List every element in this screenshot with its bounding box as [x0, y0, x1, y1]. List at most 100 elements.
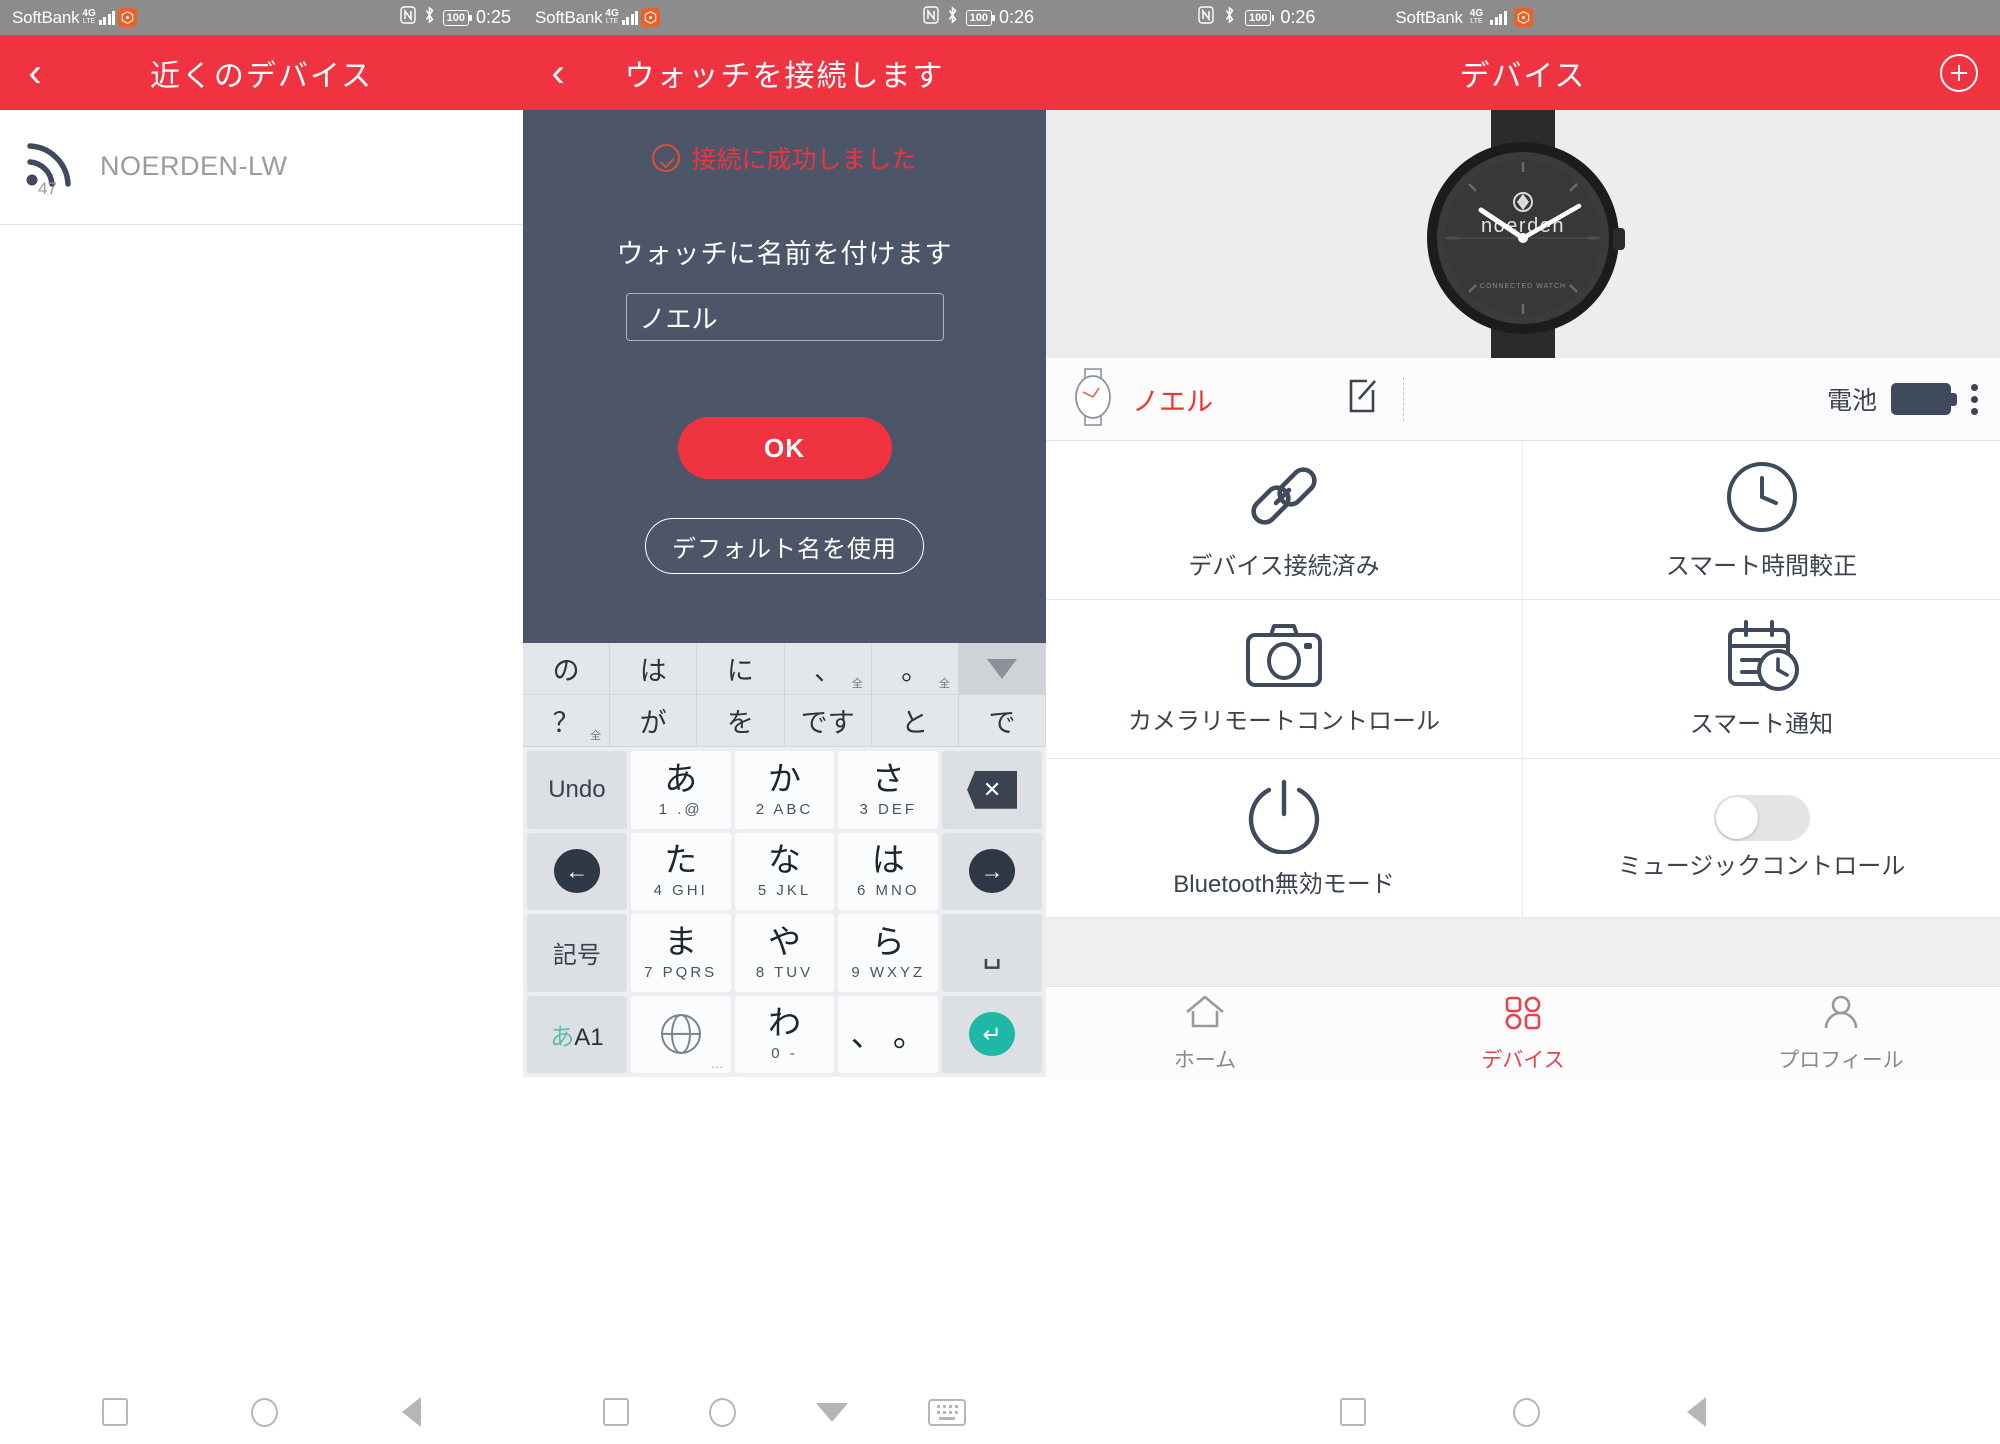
- signal-strength-label: 47: [38, 179, 57, 198]
- arrow-right-icon: →: [969, 849, 1016, 894]
- feature-smart-notification[interactable]: スマート通知: [1523, 600, 2000, 759]
- device-name-label: NOERDEN-LW: [100, 150, 288, 181]
- toggle-off-icon[interactable]: [1713, 794, 1810, 841]
- back-button[interactable]: ‹: [523, 53, 593, 93]
- clock-icon: [1723, 458, 1801, 541]
- back-icon[interactable]: [1687, 1397, 1707, 1427]
- use-default-name-button[interactable]: デフォルト名を使用: [645, 518, 924, 574]
- cursor-left-key[interactable]: ←: [527, 832, 627, 910]
- key-ya[interactable]: や8 TUV: [734, 914, 835, 992]
- panel-connect-watch: SoftBank 4G LTE 100 0:26 ‹ ウォッチを接続します 接続…: [523, 0, 1046, 1444]
- tab-profile[interactable]: プロフィール: [1682, 994, 2000, 1074]
- back-button[interactable]: ‹: [0, 53, 70, 93]
- ok-button[interactable]: OK: [677, 417, 892, 479]
- key-a[interactable]: あ1 .@: [630, 751, 731, 829]
- recents-icon[interactable]: [1339, 1398, 1366, 1426]
- key-sa[interactable]: さ3 DEF: [838, 751, 939, 829]
- feature-label: スマート通知: [1689, 711, 1834, 739]
- feature-music-control[interactable]: ミュージックコントロール: [1523, 759, 2000, 918]
- suggestion-chip[interactable]: 。全: [871, 643, 959, 695]
- chevron-down-icon[interactable]: [958, 643, 1046, 695]
- recents-icon[interactable]: [603, 1398, 629, 1426]
- carrier-label: SoftBank: [535, 7, 603, 27]
- home-icon[interactable]: [709, 1397, 736, 1427]
- home-icon[interactable]: [251, 1397, 279, 1427]
- key-ka[interactable]: か2 ABC: [734, 751, 835, 829]
- hide-keyboard-icon[interactable]: [816, 1402, 848, 1422]
- enter-key[interactable]: ↵: [942, 995, 1042, 1073]
- suggestion-chip[interactable]: に: [697, 643, 785, 695]
- suggestion-chip[interactable]: です: [784, 695, 872, 747]
- page-title: 近くのデバイス: [149, 59, 374, 93]
- input-mode-key[interactable]: あA1: [527, 995, 627, 1073]
- feature-label: スマート時間較正: [1665, 553, 1858, 581]
- feature-label: デバイス接続済み: [1188, 553, 1380, 581]
- app-status-icon: [1513, 8, 1533, 27]
- signal-bars-icon: [621, 10, 639, 25]
- watch-face-icon: [1068, 367, 1118, 431]
- key-wa[interactable]: わ0 -: [734, 995, 835, 1073]
- language-key[interactable]: …: [630, 995, 731, 1073]
- edit-icon[interactable]: [1339, 377, 1379, 422]
- suggestion-chip[interactable]: 、全: [784, 643, 872, 695]
- key-na[interactable]: な5 JKL: [734, 832, 835, 910]
- battery-label: 電池: [1826, 387, 1877, 415]
- signal-bars-icon: [1490, 10, 1507, 25]
- symbols-key[interactable]: 記号: [527, 914, 627, 992]
- keypad-grid: Undo あ1 .@ か2 ABC さ3 DEF ✕ ← た4 GHI な5 J…: [523, 747, 1046, 1077]
- network-type-label: 4G LTE: [605, 7, 619, 25]
- bluetooth-icon: [423, 6, 436, 29]
- tab-label: ホーム: [1173, 1048, 1237, 1072]
- camera-icon: [1244, 621, 1324, 696]
- feature-smart-time-calibration[interactable]: スマート時間較正: [1523, 441, 2000, 600]
- power-icon: [1245, 776, 1323, 859]
- suggestion-chip[interactable]: の: [523, 643, 611, 695]
- suggestion-chip[interactable]: は: [610, 643, 698, 695]
- nearby-device-list: 47 NOERDEN-LW: [0, 110, 523, 225]
- link-icon: [1245, 458, 1323, 541]
- recents-icon[interactable]: [101, 1398, 128, 1426]
- suggestion-chip[interactable]: が: [610, 695, 698, 747]
- add-icon[interactable]: [1940, 53, 1978, 92]
- space-key[interactable]: ␣: [942, 914, 1042, 992]
- nfc-icon: [1198, 6, 1214, 29]
- wifi-signal-icon: 47: [22, 136, 78, 198]
- name-watch-dialog: 接続に成功しました ウォッチに名前を付けます OK デフォルト名を使用: [523, 110, 1046, 643]
- suggestion-row-1: の は に 、全 。全: [523, 643, 1046, 695]
- android-nav-bar-left: [0, 1380, 523, 1444]
- home-icon[interactable]: [1512, 1397, 1540, 1427]
- key-ma[interactable]: ま7 PQRS: [630, 914, 731, 992]
- keyboard-switch-icon[interactable]: [928, 1398, 966, 1426]
- status-bar-right: 100 0:26 SoftBank 4G LTE: [1046, 0, 2000, 35]
- back-icon[interactable]: [402, 1397, 422, 1427]
- status-bar-center: SoftBank 4G LTE 100 0:26: [523, 0, 1046, 35]
- suggestion-chip[interactable]: で: [958, 695, 1046, 747]
- calendar-clock-icon: [1722, 618, 1802, 699]
- suggestion-chip[interactable]: と: [871, 695, 959, 747]
- suggestion-chip[interactable]: ？全: [523, 695, 611, 747]
- key-ta[interactable]: た4 GHI: [630, 832, 731, 910]
- android-nav-bar-center: [523, 1380, 1046, 1444]
- key-ra[interactable]: ら9 WXYZ: [838, 914, 939, 992]
- key-punct[interactable]: 、 。: [838, 995, 939, 1073]
- undo-key[interactable]: Undo: [527, 751, 627, 829]
- tab-devices[interactable]: デバイス: [1364, 994, 1682, 1074]
- feature-camera-remote-control[interactable]: カメラリモートコントロール: [1046, 600, 1523, 759]
- suggestion-chip[interactable]: を: [697, 695, 785, 747]
- tab-home[interactable]: ホーム: [1046, 994, 1364, 1074]
- list-item[interactable]: 47 NOERDEN-LW: [0, 110, 523, 225]
- network-type-label: 4G LTE: [1469, 7, 1484, 25]
- feature-device-connected[interactable]: デバイス接続済み: [1046, 441, 1523, 600]
- person-icon: [1821, 994, 1861, 1037]
- feature-bluetooth-disable-mode[interactable]: Bluetooth無効モード: [1046, 759, 1523, 918]
- watch-name-input[interactable]: [625, 293, 944, 341]
- key-ha[interactable]: は6 MNO: [838, 832, 939, 910]
- backspace-key[interactable]: ✕: [942, 751, 1042, 829]
- kebab-menu-icon[interactable]: [1971, 383, 1978, 415]
- feature-label: ミュージックコントロール: [1617, 852, 1906, 880]
- success-text: 接続に成功しました: [691, 146, 917, 174]
- home-icon: [1183, 994, 1227, 1037]
- globe-icon: [660, 1014, 701, 1055]
- cursor-right-key[interactable]: →: [942, 832, 1042, 910]
- feature-label: カメラリモートコントロール: [1128, 708, 1440, 736]
